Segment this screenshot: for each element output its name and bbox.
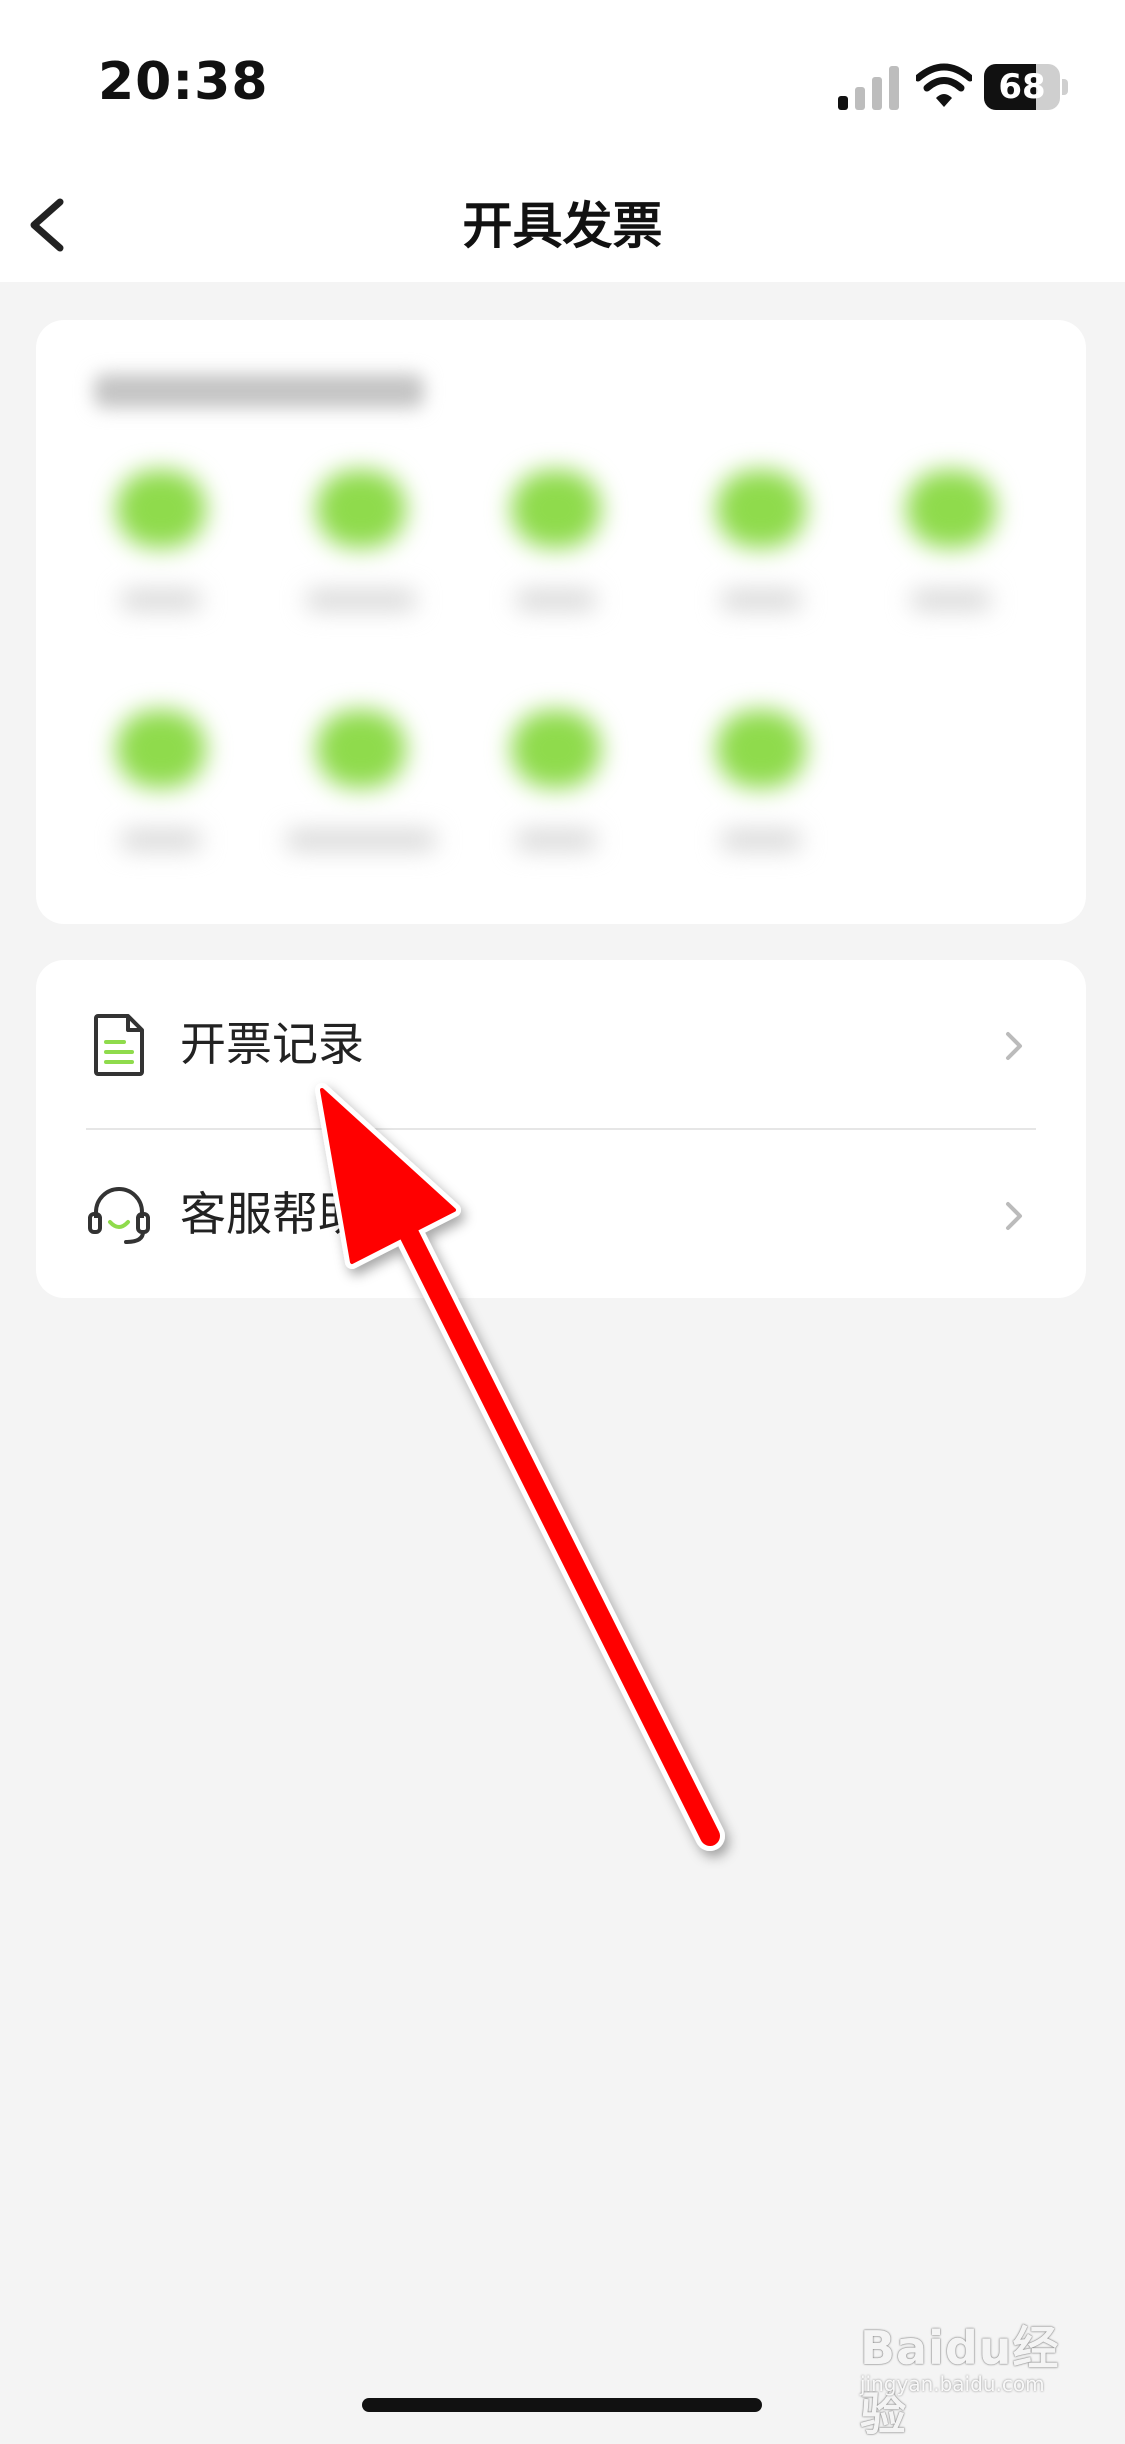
menu-item-label: 开票记录 [180,1017,364,1071]
menu-item-customer-service[interactable]: 客服帮助 [36,1130,1086,1298]
service-item[interactable] [461,460,651,660]
menu-item-label: 客服帮助 [180,1187,364,1241]
service-item[interactable] [66,460,256,660]
watermark-url: jingyan.baidu.com [860,2372,1045,2396]
service-item[interactable] [666,460,856,660]
menu-card: 开票记录 客服帮助 [36,960,1086,1298]
chevron-left-icon [30,198,64,252]
invoice-services-card [36,320,1086,924]
watermark: Baidu经验 jingyan.baidu.com [860,2312,1100,2441]
service-item[interactable] [266,460,456,660]
chevron-right-icon [1006,1202,1022,1230]
chevron-right-icon [1006,1032,1022,1060]
status-time: 20:38 [98,52,269,112]
document-icon [94,1014,144,1076]
headset-icon [88,1187,150,1244]
service-item[interactable] [666,700,856,900]
service-item[interactable] [856,460,1046,660]
service-item[interactable] [461,700,651,900]
cellular-signal-icon [838,66,899,110]
wifi-icon [916,63,972,107]
service-item[interactable] [266,700,456,900]
page-title: 开具发票 [462,197,663,255]
back-button[interactable] [18,180,98,270]
status-bar: 20:38 68 [0,0,1125,170]
battery-icon: 68 [984,64,1060,110]
nav-bar: 开具发票 [0,170,1125,282]
menu-item-invoice-records[interactable]: 开票记录 [36,960,1086,1130]
service-item[interactable] [66,700,256,900]
battery-cap [1062,79,1068,95]
battery-indicator: 68 [984,64,1068,110]
battery-percent: 68 [998,67,1046,107]
home-indicator [362,2398,762,2412]
services-title-blurred [82,354,442,414]
